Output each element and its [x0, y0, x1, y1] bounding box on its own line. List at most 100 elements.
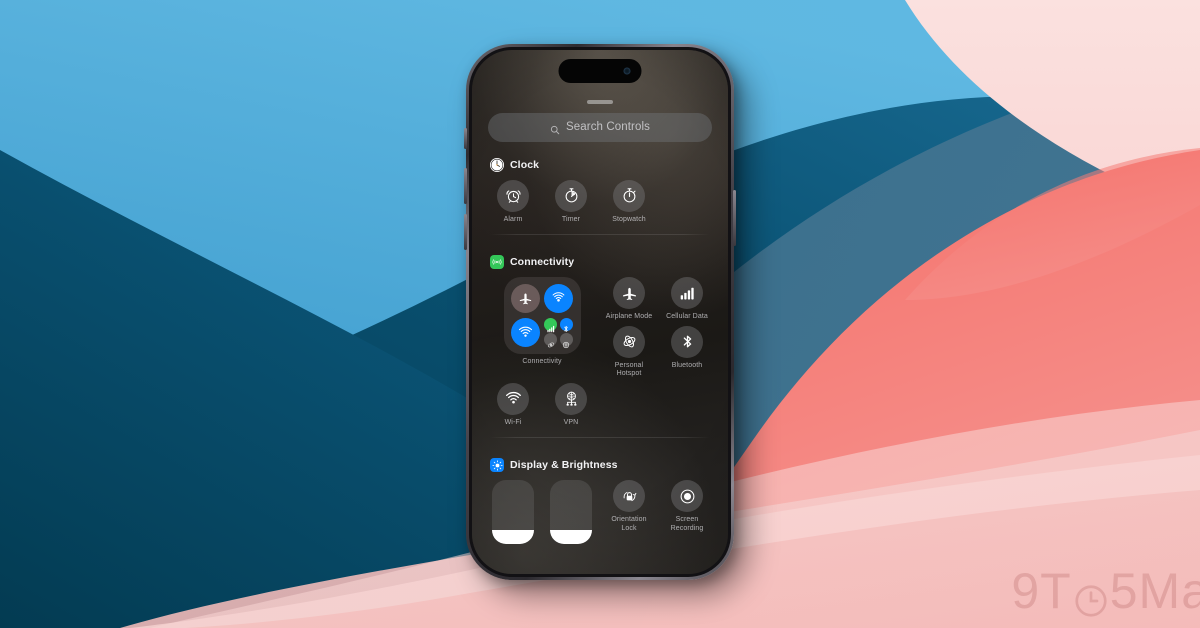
airdrop-icon	[551, 291, 566, 306]
cellular-icon	[679, 285, 696, 302]
clock-app-icon	[490, 157, 504, 172]
clock-controls-grid: Alarm Timer Stopwatch	[488, 179, 712, 225]
control-label: Orientation Lock	[611, 516, 647, 532]
control-connectivity-module[interactable]: Connectivity	[488, 277, 596, 379]
timer-button[interactable]	[555, 179, 587, 212]
section-title-connectivity: Connectivity	[510, 256, 575, 268]
connectivity-controls-grid: Connectivity Airplane Mode Cellular Data…	[488, 277, 712, 427]
control-label: VPN	[563, 418, 579, 426]
control-center-scroll[interactable]: Clock Alarm Timer Stopwatch Connectivity…	[488, 152, 712, 544]
control-label: Cellular Data	[666, 313, 708, 320]
screen-recording-button[interactable]	[671, 480, 703, 512]
control-personal-hotspot[interactable]: Personal Hotspot	[604, 325, 654, 379]
section-title-clock: Clock	[510, 158, 540, 171]
volume-up-button[interactable]	[464, 168, 467, 204]
control-airplane-mode[interactable]: Airplane Mode	[604, 277, 654, 322]
control-label: Timer	[561, 215, 581, 223]
control-label: Personal Hotspot	[614, 361, 644, 378]
section-header-display-brightness: Display & Brightness	[488, 454, 712, 480]
orientation-lock-button[interactable]	[613, 480, 645, 512]
bluetooth-icon	[562, 320, 570, 333]
search-placeholder: Search Controls	[566, 121, 650, 133]
cellular-data-mini-toggle[interactable]	[544, 317, 558, 333]
control-label: Connectivity	[522, 358, 562, 365]
connectivity-mini-grid	[544, 317, 573, 348]
alarm-clock-icon	[505, 187, 522, 204]
satellite-mini-toggle[interactable]	[544, 333, 558, 348]
section-clock: Clock Alarm Timer Stopwatch	[488, 152, 712, 225]
control-screen-recording[interactable]: Screen Recording	[662, 480, 712, 544]
rotation-lock-icon	[621, 488, 638, 505]
section-header-clock: Clock	[488, 154, 712, 180]
dynamic-island	[558, 59, 642, 83]
control-label: Airplane Mode	[605, 313, 653, 320]
wifi-icon	[505, 390, 522, 407]
power-button[interactable]	[733, 190, 736, 246]
control-label: Screen Recording	[670, 516, 704, 532]
bluetooth-button[interactable]	[671, 325, 703, 358]
alarm-button[interactable]	[497, 179, 529, 212]
control-label: Stopwatch	[612, 215, 646, 223]
screen-record-icon	[679, 488, 696, 505]
front-camera-icon	[623, 67, 631, 75]
bluetooth-icon	[679, 333, 696, 350]
timer-icon	[563, 187, 580, 204]
vpn-mini-toggle[interactable]	[559, 333, 573, 348]
display-controls-grid: Orientation Lock Screen Recording	[488, 480, 712, 544]
airplane-mode-button[interactable]	[613, 277, 645, 309]
phone-screen: Search Controls Clock Alarm Timer Stopwa…	[472, 50, 728, 574]
connectivity-icon	[490, 255, 504, 269]
section-divider	[490, 437, 710, 438]
section-header-connectivity: Connectivity	[488, 251, 712, 277]
airdrop-toggle[interactable]	[544, 284, 574, 314]
control-cellular-data[interactable]: Cellular Data	[662, 277, 712, 322]
bluetooth-mini-toggle[interactable]	[559, 317, 573, 333]
vpn-button[interactable]	[555, 382, 587, 415]
control-center: Search Controls Clock Alarm Timer Stopwa…	[472, 50, 728, 574]
control-stopwatch[interactable]: Stopwatch	[604, 179, 654, 225]
hotspot-icon	[621, 333, 638, 350]
airplane-icon	[621, 285, 638, 302]
brightness-slider-fill	[492, 529, 534, 544]
vpn-icon	[562, 336, 570, 348]
control-orientation-lock[interactable]: Orientation Lock	[604, 480, 654, 544]
section-connectivity: Connectivity Connectivity Airplane Mode …	[488, 249, 712, 427]
control-timer[interactable]: Timer	[546, 179, 596, 225]
wifi-icon	[518, 325, 533, 340]
vpn-globe-icon	[563, 390, 580, 407]
control-vpn[interactable]: VPN	[546, 382, 596, 428]
control-alarm[interactable]: Alarm	[488, 179, 538, 225]
section-display-brightness: Display & Brightness Orientation Lock Sc…	[488, 452, 712, 544]
search-input[interactable]: Search Controls	[488, 112, 712, 142]
airplane-icon	[518, 291, 533, 306]
control-label: Bluetooth	[671, 361, 703, 369]
drag-handle[interactable]	[587, 100, 613, 104]
control-wifi[interactable]: Wi-Fi	[488, 382, 538, 428]
search-icon	[550, 122, 560, 135]
connectivity-module[interactable]	[503, 277, 581, 354]
stopwatch-icon	[621, 187, 638, 204]
phone-bezel: Search Controls Clock Alarm Timer Stopwa…	[469, 47, 731, 577]
action-button[interactable]	[464, 128, 467, 149]
personal-hotspot-button[interactable]	[613, 325, 645, 358]
section-title-display-brightness: Display & Brightness	[510, 459, 618, 471]
brightness-slider[interactable]	[492, 480, 534, 544]
control-brightness[interactable]	[488, 480, 538, 544]
control-label: Alarm	[503, 215, 523, 223]
volume-slider[interactable]	[550, 480, 592, 544]
control-volume[interactable]	[546, 480, 596, 544]
volume-down-button[interactable]	[464, 214, 467, 250]
volume-slider-fill	[550, 529, 592, 544]
section-divider	[490, 234, 710, 235]
control-bluetooth[interactable]: Bluetooth	[662, 325, 712, 379]
control-label: Wi-Fi	[504, 418, 522, 426]
stopwatch-button[interactable]	[613, 179, 645, 212]
cellular-data-button[interactable]	[671, 277, 703, 309]
wifi-button[interactable]	[497, 382, 529, 415]
brightness-icon	[490, 458, 504, 472]
iphone-device: Search Controls Clock Alarm Timer Stopwa…	[464, 44, 736, 580]
wifi-toggle[interactable]	[510, 317, 540, 347]
airplane-mode-toggle[interactable]	[510, 284, 540, 314]
signal-bars-icon	[547, 320, 555, 333]
satellite-icon	[547, 336, 555, 348]
